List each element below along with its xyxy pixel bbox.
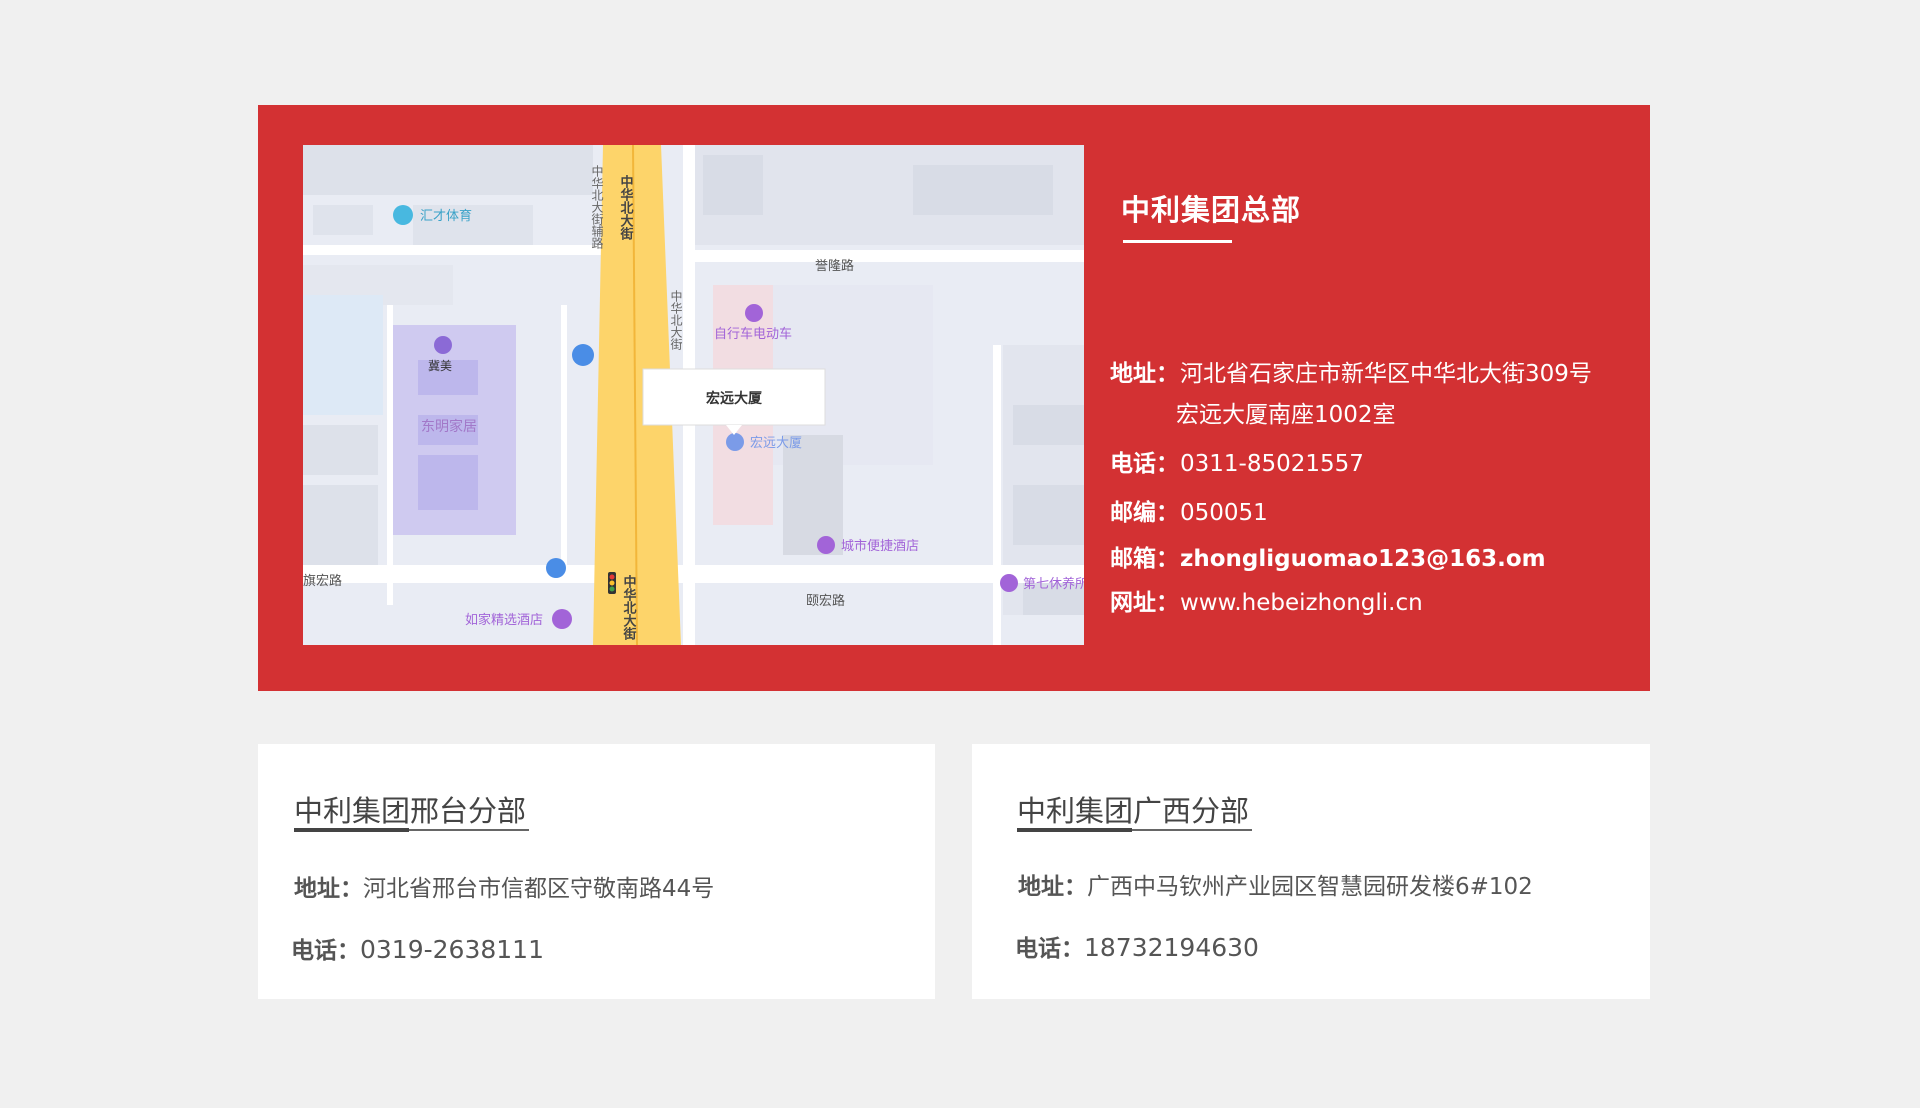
map-label-zhonghua-bottom: 中华北大街 [621,574,638,641]
headquarters-title: 中利集团总部 [1121,193,1302,227]
map-marker-popup[interactable]: 宏远大厦 [642,368,826,435]
hq-postcode-label: 邮编： [1110,500,1179,526]
headquarters-panel: 汇才体育 中华北大街 中华北大街辅路 中华北大街 誉隆路 自行车电动车 冀美 东… [258,105,1650,691]
branch-address-value: 广西中马钦州产业园区智慧园研发楼6#102 [1087,874,1533,900]
map-label-bike-shop: 自行车电动车 [714,326,792,342]
branch-address-label: 地址： [1018,874,1087,900]
branch-phone-label: 电话： [1015,936,1084,962]
map-label-diqi: 第七休养所 [1023,576,1084,592]
branch-address-label: 地址： [294,876,363,902]
branch-phone-label: 电话： [291,938,360,964]
map-label-zhonghua-east: 中华北大街 [669,289,683,350]
hq-website-label: 网址： [1110,590,1179,616]
hq-postcode-value: 050051 [1180,500,1268,526]
branch-title-underline [294,828,529,832]
hq-address-label: 地址： [1110,361,1179,387]
hq-postcode-row: 邮编：050051 [1110,493,1268,527]
hq-email-label: 邮箱： [1110,546,1179,572]
map-canvas[interactable]: 汇才体育 中华北大街 中华北大街辅路 中华北大街 誉隆路 自行车电动车 冀美 东… [303,145,1084,645]
hq-address-line1: 河北省石家庄市新华区中华北大街309号 [1180,361,1592,387]
branch-phone-value[interactable]: 0319-2638111 [360,935,544,964]
map-label-road-right: 颐宏路 [806,593,845,609]
map-label-zhonghua-main: 中华北大街 [618,174,635,241]
branch-card-xingtai: 中利集团邢台分部 地址：河北省邢台市信都区守敬南路44号 电话：0319-263… [258,744,935,999]
map-label-road-left: 旗宏路 [303,573,342,589]
hq-address-row-2: 宏远大厦南座1002室 [1176,395,1396,429]
branch-phone-value[interactable]: 18732194630 [1084,933,1259,962]
branch-title-underline [1017,828,1252,832]
map-label-yulong: 誉隆路 [815,258,854,274]
hq-phone-value[interactable]: 0311-85021557 [1180,451,1364,477]
branch-phone-row: 电话：0319-2638111 [291,931,544,965]
hq-email-value[interactable]: zhongliguomao123@163.om [1180,546,1546,572]
hq-address-row: 地址：河北省石家庄市新华区中华北大街309号 [1110,354,1592,388]
map-label-huicai: 汇才体育 [420,208,472,224]
headquarters-title-underline [1123,240,1232,243]
branch-phone-row: 电话：18732194630 [1015,929,1259,963]
map-label-dongming: 东明家居 [421,418,477,435]
branch-title: 中利集团广西分部 [1017,794,1250,828]
map-label-hongyuan-poi: 宏远大厦 [750,436,802,451]
hq-address-line2: 宏远大厦南座1002室 [1176,402,1396,428]
branch-title: 中利集团邢台分部 [294,794,527,828]
map-label-rujia: 如家精选酒店 [465,612,543,628]
map-label-jimei: 冀美 [428,359,452,373]
branch-address-row: 地址：河北省邢台市信都区守敬南路44号 [294,869,714,903]
map-label-city-hotel: 城市便捷酒店 [841,538,919,554]
branch-address-row: 地址：广西中马钦州产业园区智慧园研发楼6#102 [1018,867,1533,901]
hq-website-link[interactable]: www.hebeizhongli.cn [1180,590,1423,616]
hq-phone-row: 电话：0311-85021557 [1110,444,1364,478]
branch-address-value: 河北省邢台市信都区守敬南路44号 [363,876,715,902]
map-label-zhonghua-aux: 中华北大街辅路 [590,164,604,250]
hq-website-row: 网址：www.hebeizhongli.cn [1110,583,1423,617]
branch-card-guangxi: 中利集团广西分部 地址：广西中马钦州产业园区智慧园研发楼6#102 电话：187… [972,744,1650,999]
hq-email-row: 邮箱：zhongliguomao123@163.om [1110,539,1546,573]
headquarters-map[interactable]: 汇才体育 中华北大街 中华北大街辅路 中华北大街 誉隆路 自行车电动车 冀美 东… [303,145,1084,645]
hq-phone-label: 电话： [1110,451,1179,477]
map-marker-label: 宏远大厦 [706,390,763,407]
